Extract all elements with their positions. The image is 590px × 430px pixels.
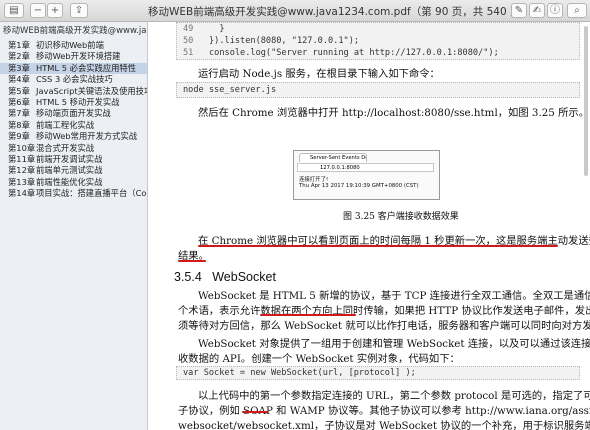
sidebar-item-label: 移动Web常用开发方式实战: [36, 131, 138, 142]
sidebar-item[interactable]: 第3章 HTML 5 必会实践应用特性: [0, 62, 147, 75]
line-number: 51: [183, 48, 194, 58]
sidebar-item-label: JavaScript关键语法及使用技巧: [36, 85, 147, 96]
sidebar-item[interactable]: 第13章前端性能优化实战: [0, 177, 147, 188]
sidebar-item-label: HTML 5 移动开发实战: [36, 96, 120, 107]
sidebar-item[interactable]: 第9章 移动Web常用开发方式实战: [0, 131, 147, 142]
line-number: 50: [183, 36, 194, 46]
sidebar-item[interactable]: 第2章 移动Web开发环境搭建: [0, 51, 147, 62]
code-line: 50 }).listen(8080, "127.0.0.1");: [183, 36, 579, 48]
sidebar-item-number: 第13章: [8, 176, 36, 187]
sidebar-item-label: 移动端页面开发实战: [36, 108, 111, 119]
zoom-out-button[interactable]: −: [30, 3, 46, 18]
sidebar-item-number: 第5章: [8, 85, 30, 96]
sidebar-item[interactable]: 第1章 初识移动Web前端: [0, 40, 147, 51]
sidebar-item[interactable]: 第12章前端单元测试实战: [0, 165, 147, 176]
text-line: 个术语，表示允许数据在两个方向上同时传输，如果把 HTTP 协议比作发送电子邮件…: [178, 305, 590, 317]
sidebar-item-number: 第9章: [8, 131, 30, 142]
paragraph-run-node: 运行启动 Node.js 服务，在根目录下输入如下命令：: [198, 68, 440, 80]
text-line: WebSocket 对象提供了一组用于创建和管理 WebSocket 连接，以及…: [198, 338, 590, 350]
info-icon[interactable]: ⓘ: [547, 3, 563, 18]
section-number: 3.5.4: [174, 270, 202, 284]
text-line: 收数据的 API。创建一个 WebSocket 实例对象，代码如下：: [178, 353, 460, 365]
code-block-server: 49 } 50}).listen(8080, "127.0.0.1"); 51 con…: [176, 22, 580, 60]
sidebar-toggle-icon[interactable]: ▤: [4, 3, 24, 18]
sidebar-item[interactable]: 第5章 JavaScript关键语法及使用技巧: [0, 86, 147, 97]
pdf-page: 49 } 50}).listen(8080, "127.0.0.1"); 51 con…: [148, 22, 590, 430]
section-heading: 3.5.4 WebSocket: [174, 270, 276, 284]
sidebar: 移动WEB前端高级开发实践@www.java1234.com.pdf 第1章初识…: [0, 22, 148, 430]
sidebar-item-number: 第10章: [8, 142, 36, 153]
sidebar-item-number: 第7章: [8, 108, 30, 119]
toc-list: 第1章 初识移动Web前端 第2章 移动Web开发环境搭建 第3章 HTML 5 必会实践…: [0, 40, 147, 199]
figure-address-bar: 127.0.0.1:8080: [297, 163, 434, 172]
paragraph-open-chrome: 然后在 Chrome 浏览器中打开 http://localhost:8080/…: [198, 107, 589, 119]
sidebar-item-number: 第6章: [8, 96, 30, 107]
sidebar-item-label: 前端开发调试实战: [36, 153, 103, 164]
figure-browser-screenshot: Server-Sent Events Demo 127.0.0.1:8080 连…: [293, 150, 440, 200]
sidebar-item-number: 第1章: [8, 40, 30, 50]
sidebar-item-number: 第11章: [8, 153, 36, 164]
sidebar-item-label: CSS 3 必会实战技巧: [36, 74, 113, 85]
sidebar-item-number: 第2章: [8, 51, 30, 62]
scrollbar[interactable]: [584, 26, 588, 176]
code-text: }).listen(8080, "127.0.0.1");: [209, 36, 360, 46]
text-line: WebSocket 是 HTML 5 新增的协议，基于 TCP 连接进行全双工通…: [198, 290, 590, 302]
zoom-in-button[interactable]: +: [47, 3, 63, 18]
sidebar-item[interactable]: 第8章 前端工程化实战: [0, 120, 147, 131]
line-number: 49: [183, 24, 194, 34]
sidebar-item-label: 前端单元测试实战: [36, 165, 103, 176]
figure-line-connected: 连接打开了!: [299, 177, 329, 183]
red-underline-mark: [242, 411, 268, 413]
code-line: 51 console.log("Server running at http://…: [183, 48, 579, 60]
text-line: 以上代码中的第一个参数指定连接的 URL，第二个参数 protocol 是可选的…: [198, 390, 590, 402]
pen-icon[interactable]: ✎: [511, 3, 527, 18]
figure-tab-title: Server-Sent Events Demo: [299, 153, 367, 162]
sidebar-item-number: 第3章: [8, 62, 30, 73]
share-icon[interactable]: ⇪: [70, 3, 88, 18]
code-websocket-new: var Socket = new WebSocket(url, [protoco…: [176, 366, 580, 380]
red-underline-mark: [198, 245, 558, 247]
sidebar-item-label: HTML 5 必会实践应用特性: [36, 62, 137, 73]
sidebar-item-label: 前端性能优化实战: [36, 176, 103, 187]
sidebar-item-number: 第4章: [8, 74, 30, 85]
sidebar-item[interactable]: 第14章项目实战：搭建直播平台（Cordova+...: [0, 188, 147, 199]
code-text: console.log("Server running at http://12…: [209, 48, 499, 58]
sidebar-item[interactable]: 第11章前端开发调试实战: [0, 154, 147, 165]
figure-line-time: Thu Apr 13 2017 19:10:39 GMT+0800 (CST): [299, 183, 419, 189]
section-title: WebSocket: [212, 270, 276, 284]
search-icon[interactable]: ⌕: [567, 3, 587, 18]
sidebar-item-label: 初识移动Web前端: [36, 40, 104, 50]
sidebar-item[interactable]: 第6章 HTML 5 移动开发实战: [0, 97, 147, 108]
sidebar-item-number: 第8章: [8, 119, 30, 130]
text-line: websocket/websocket.xml，子协议是对 WebSocket …: [178, 420, 590, 430]
sidebar-item-number: 第14章: [8, 188, 36, 199]
text-line: 须等待对方回信，那么 WebSocket 就可以比作打电话，服务器和客户端可以同…: [178, 320, 590, 332]
window-title: 移动WEB前端高级开发实践@www.java1234.com.pdf（第 90 …: [148, 6, 531, 18]
code-text: }: [209, 24, 225, 34]
text-line: 子协议，例如 SOAP 和 WAMP 协议等。其他子协议可以参考 http://…: [178, 405, 590, 417]
sidebar-item-label: 混合式开发实战: [36, 142, 95, 153]
sidebar-item-label: 前端工程化实战: [36, 119, 95, 130]
sidebar-item[interactable]: 第7章 移动端页面开发实战: [0, 108, 147, 119]
code-command: node sse_server.js: [176, 82, 580, 98]
code-line: 49 }: [183, 24, 579, 36]
sidebar-item[interactable]: 第10章混合式开发实战: [0, 143, 147, 154]
title-bar: ▤ − + ⇪ 移动WEB前端高级开发实践@www.java1234.com.p…: [0, 0, 590, 22]
sidebar-item-label: 项目实战：搭建直播平台（Cordova+...: [36, 188, 147, 199]
sidebar-item[interactable]: 第4章 CSS 3 必会实战技巧: [0, 74, 147, 85]
red-underline-mark: [178, 260, 206, 262]
sidebar-item-number: 第12章: [8, 165, 36, 176]
figure-caption: 图 3.25 客户端接收数据效果: [343, 212, 459, 222]
sidebar-doc-title[interactable]: 移动WEB前端高级开发实践@www.java1234.com.pdf: [0, 22, 147, 40]
signature-icon[interactable]: ✍: [529, 3, 545, 18]
sidebar-item-label: 移动Web开发环境搭建: [36, 51, 121, 62]
red-underline-mark: [260, 314, 356, 316]
